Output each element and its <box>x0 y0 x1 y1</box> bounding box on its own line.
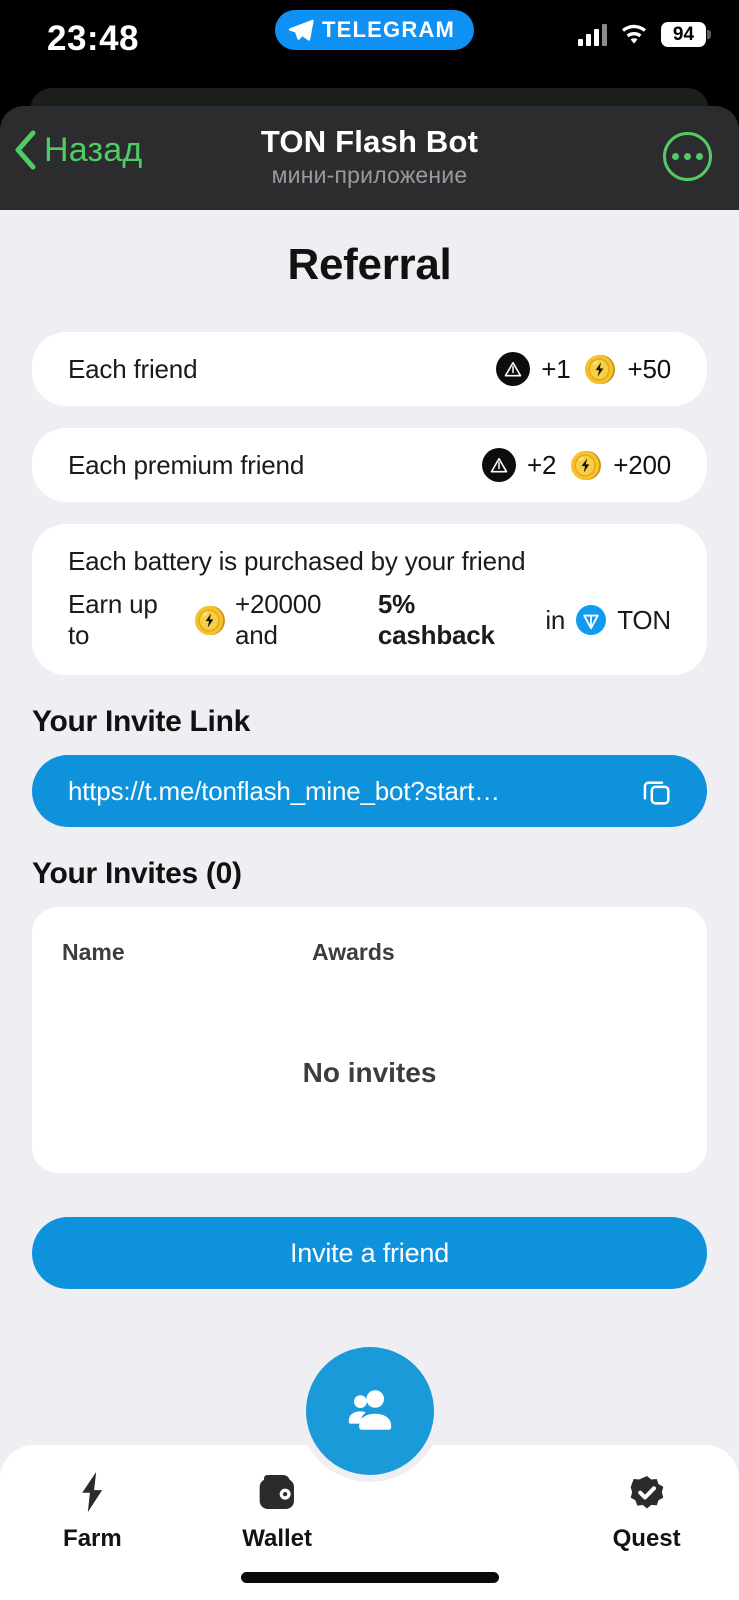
column-header-name: Name <box>62 939 125 965</box>
invites-table-header: Name Awards <box>32 907 707 966</box>
column-header-awards: Awards <box>312 939 395 965</box>
invites-table: Name Awards No invites <box>32 907 707 1173</box>
status-bar-time: 23:48 <box>47 19 140 58</box>
flash-coin-icon <box>571 450 602 480</box>
cashback-highlight: 5% cashback <box>377 589 495 650</box>
friends-fab-button[interactable] <box>305 1347 434 1475</box>
telegram-badge[interactable]: TELEGRAM <box>275 10 475 50</box>
battery-level-label: 94 <box>661 22 706 47</box>
reward-row-label: Each premium friend <box>68 449 305 480</box>
flash-coin-icon <box>585 354 616 384</box>
battery-card-line2-d: TON <box>617 604 671 635</box>
battery-charge-icon <box>481 448 516 482</box>
battery-charge-icon <box>496 352 531 386</box>
copy-icon[interactable] <box>640 775 673 808</box>
people-group-icon <box>348 1390 391 1430</box>
page-title: Referral <box>287 240 452 289</box>
tab-quest-label: Quest <box>612 1525 681 1552</box>
battery-reward-value: +2 <box>526 449 557 480</box>
reward-row-label: Each friend <box>68 353 198 384</box>
status-bar: 23:48 TELEGRAM 94 <box>0 0 739 80</box>
battery-card-line1: Each battery is purchased by your friend <box>68 546 526 576</box>
invites-empty-state: No invites <box>302 1057 437 1088</box>
tab-farm-label: Farm <box>63 1525 122 1552</box>
battery-reward-value: +1 <box>541 353 571 384</box>
tab-wallet-label: Wallet <box>242 1525 313 1552</box>
status-bar-indicators: 94 <box>578 22 711 47</box>
battery-card-line2-b: +20000 and <box>235 589 322 650</box>
phone-screen: 23:48 TELEGRAM 94 Назад TON Flash Bot ми… <box>0 0 739 1600</box>
invite-link-heading: Your Invite Link <box>32 705 251 738</box>
invites-heading: Your Invites (0) <box>32 857 242 890</box>
cellular-signal-icon <box>578 23 607 46</box>
navbar-titles: TON Flash Bot мини-приложение <box>0 124 739 189</box>
navbar-title: TON Flash Bot <box>260 124 479 159</box>
invite-a-friend-button[interactable]: Invite a friend <box>32 1217 707 1289</box>
invite-a-friend-label: Invite a friend <box>289 1237 450 1268</box>
tab-farm[interactable]: Farm <box>0 1445 185 1600</box>
battery-card-line2-c: in <box>545 604 566 635</box>
home-indicator <box>240 1572 499 1583</box>
wifi-icon <box>622 24 646 44</box>
mini-app-navbar: Назад TON Flash Bot мини-приложение <box>0 106 739 210</box>
navbar-subtitle: мини-приложение <box>271 162 468 188</box>
wallet-icon <box>254 1467 300 1517</box>
battery-reward: +2 <box>481 448 557 482</box>
telegram-plane-icon <box>288 19 314 41</box>
reward-row-friend: Each friend +1 +50 <box>32 332 707 406</box>
invite-link-field[interactable]: https://t.me/tonflash_mine_bot?start… <box>32 755 707 827</box>
reward-values: +1 +50 <box>496 352 671 386</box>
telegram-badge-label: TELEGRAM <box>322 17 456 42</box>
coin-reward: +200 <box>569 449 671 482</box>
ton-logo-icon <box>574 603 608 637</box>
reward-values: +2 +200 <box>481 448 671 482</box>
battery-card-line2-a: Earn up to <box>68 589 158 650</box>
battery-purchase-card: Each battery is purchased by your friend… <box>32 524 707 675</box>
verified-badge-icon <box>625 1467 669 1517</box>
tab-quest[interactable]: Quest <box>554 1445 739 1600</box>
battery-card-line2: Earn up to +20000 and 5% cashback in TON <box>68 589 671 651</box>
coin-reward-value: +50 <box>627 353 671 384</box>
coin-reward: +50 <box>583 353 671 386</box>
ellipsis-circle-icon[interactable] <box>663 132 712 181</box>
reward-row-premium-friend: Each premium friend +2 +200 <box>32 428 707 502</box>
coin-reward-value: +200 <box>613 449 671 480</box>
lightning-bolt-icon <box>71 1467 113 1517</box>
battery-icon: 94 <box>661 22 711 47</box>
invite-link-url: https://t.me/tonflash_mine_bot?start… <box>68 775 500 806</box>
flash-coin-icon <box>193 604 226 637</box>
battery-reward: +1 <box>496 352 571 386</box>
